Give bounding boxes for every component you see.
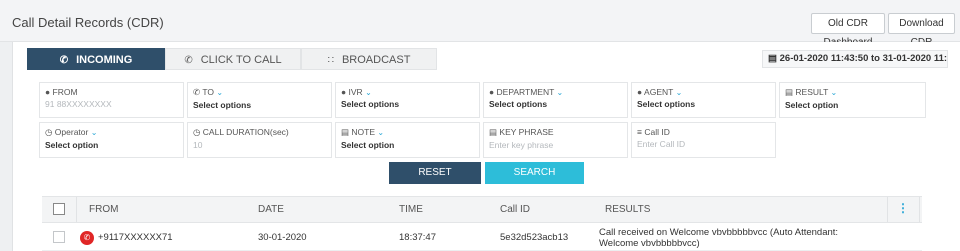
filter-operator[interactable]: ◷ Operator ⌄ Select option	[39, 122, 184, 158]
tab-broadcast-label: BROADCAST	[341, 54, 411, 66]
filter-result-label: RESULT	[795, 87, 829, 97]
column-divider	[887, 197, 888, 222]
filter-note-label: NOTE	[351, 127, 376, 137]
filter-result-value: Select option	[785, 100, 839, 110]
cell-time: 18:37:47	[399, 232, 436, 243]
chevron-down-icon: ⌄	[365, 88, 372, 97]
user-icon: ●	[45, 87, 51, 97]
filter-call-duration[interactable]: ◷ CALL DURATION(sec) 10	[187, 122, 332, 158]
result-icon: ▤	[785, 87, 794, 97]
filter-to[interactable]: ✆ TO ⌄ Select options	[187, 82, 332, 118]
filter-agent[interactable]: ● AGENT ⌄ Select options	[631, 82, 776, 118]
chevron-down-icon: ⌄	[216, 88, 224, 97]
call-id-input[interactable]: Enter Call ID	[637, 139, 770, 149]
old-cdr-dashboard-button[interactable]: Old CDR Dashboard	[811, 13, 885, 48]
filter-ivr-value: Select options	[341, 99, 400, 109]
table-row[interactable]: ✆ +9117XXXXXX71 30-01-2020 18:37:47 5e32…	[42, 224, 922, 251]
filter-call-duration-value: 10	[193, 140, 203, 150]
filter-note[interactable]: ▤ NOTE ⌄ Select option	[335, 122, 480, 158]
column-date[interactable]: DATE	[258, 197, 284, 222]
filter-call-id[interactable]: ≡ Call ID Enter Call ID	[631, 122, 776, 158]
cell-date: 30-01-2020	[258, 232, 307, 243]
table-header: FROM DATE TIME Call ID RESULTS ⋮	[42, 196, 922, 223]
key-phrase-input[interactable]: Enter key phrase	[489, 140, 622, 150]
cell-result: Call received on Welcome vbvbbbbbvcc (Au…	[599, 227, 839, 249]
chevron-down-icon: ⌄	[675, 88, 683, 97]
cell-call-id: 5e32d523acb13	[500, 232, 569, 243]
chevron-down-icon: ⌄	[830, 88, 838, 97]
tab-incoming[interactable]: ✆ INCOMING	[27, 48, 165, 70]
tab-click-to-call[interactable]: ✆ CLICK TO CALL	[165, 48, 301, 70]
filter-to-value: Select options	[193, 100, 252, 110]
page-title: Call Detail Records (CDR)	[12, 15, 164, 30]
column-divider	[76, 197, 77, 222]
filter-agent-value: Select options	[637, 99, 696, 109]
filter-department-value: Select options	[489, 99, 548, 109]
filter-department[interactable]: ● DEPARTMENT ⌄ Select options	[483, 82, 628, 118]
filter-ivr-label: IVR	[348, 87, 363, 97]
download-cdr-button[interactable]: Download CDR	[888, 13, 955, 48]
filter-note-value: Select option	[341, 140, 395, 150]
clock-icon: ◷	[45, 127, 53, 137]
calendar-icon: ▤	[768, 53, 777, 64]
select-all-checkbox[interactable]	[53, 203, 65, 215]
timer-icon: ◷	[193, 127, 201, 137]
filter-key-phrase[interactable]: ▤ KEY PHRASE Enter key phrase	[483, 122, 628, 158]
filter-agent-label: AGENT	[644, 87, 674, 97]
phone-out-icon: ✆	[184, 55, 193, 66]
call-id-icon: ≡	[637, 127, 642, 137]
reset-button[interactable]: RESET	[389, 162, 481, 184]
filter-department-label: DEPARTMENT	[496, 87, 555, 97]
filter-operator-value: Select option	[45, 140, 99, 150]
chevron-down-icon: ⌄	[556, 88, 564, 97]
filter-call-duration-label: CALL DURATION(sec)	[202, 127, 289, 137]
filter-operator-label: Operator	[54, 127, 89, 137]
cell-from: +9117XXXXXX71	[98, 232, 173, 243]
note-icon: ▤	[341, 127, 350, 137]
key-phrase-icon: ▤	[489, 127, 498, 137]
search-button[interactable]: SEARCH	[485, 162, 584, 184]
filter-from-value: 91 88XXXXXXXX	[45, 99, 112, 109]
phone-in-icon: ✆	[59, 55, 69, 66]
filter-ivr[interactable]: ● IVR ⌄ Select options	[335, 82, 480, 118]
agent-icon: ●	[637, 87, 643, 97]
date-range-value: 26-01-2020 11:43:50 to 31-01-2020 11:43:…	[779, 53, 948, 64]
row-checkbox[interactable]	[53, 231, 65, 243]
tab-click-to-call-label: CLICK TO CALL	[200, 54, 282, 66]
missed-call-icon: ✆	[80, 231, 94, 245]
top-bar: Call Detail Records (CDR) Old CDR Dashbo…	[0, 0, 960, 48]
chevron-down-icon: ⌄	[377, 128, 385, 137]
filter-from-label: FROM	[52, 87, 78, 97]
chevron-down-icon: ⌄	[90, 128, 98, 137]
column-results[interactable]: RESULTS	[605, 197, 650, 222]
column-divider	[919, 197, 920, 222]
column-menu-icon[interactable]: ⋮	[897, 202, 909, 214]
ivr-icon: ●	[341, 87, 347, 97]
phone-icon: ✆	[193, 87, 201, 97]
filter-key-phrase-label: KEY PHRASE	[499, 127, 554, 137]
tab-broadcast[interactable]: ∷ BROADCAST	[301, 48, 437, 70]
broadcast-icon: ∷	[327, 55, 334, 66]
column-time[interactable]: TIME	[399, 197, 423, 222]
column-from[interactable]: FROM	[89, 197, 118, 222]
group-icon: ●	[489, 87, 495, 97]
filter-to-label: TO	[202, 87, 214, 97]
tab-incoming-label: INCOMING	[76, 54, 133, 66]
filter-call-id-label: Call ID	[644, 127, 670, 137]
filter-result[interactable]: ▤ RESULT ⌄ Select option	[779, 82, 926, 118]
column-call-id[interactable]: Call ID	[500, 197, 530, 222]
filter-from[interactable]: ● FROM 91 88XXXXXXXX	[39, 82, 184, 118]
date-range-picker[interactable]: ▤ 26-01-2020 11:43:50 to 31-01-2020 11:4…	[762, 50, 948, 68]
